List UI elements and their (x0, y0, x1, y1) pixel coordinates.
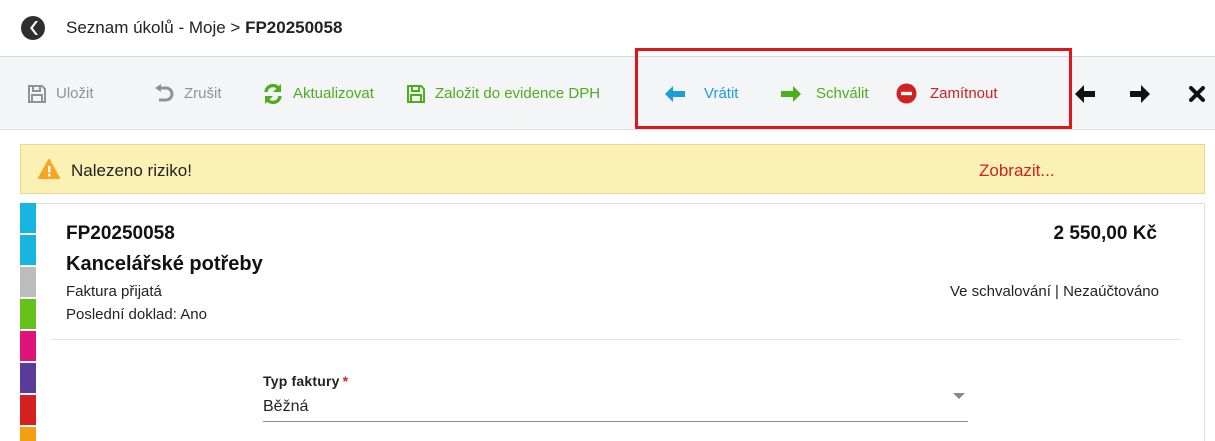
document-status: Ve schvalování | Nezaúčtováno (949, 283, 1159, 300)
arrow-left-icon (665, 85, 685, 102)
save-icon (407, 84, 425, 103)
color-tag-stripe (20, 331, 36, 361)
cancel-button[interactable]: Zrušit (153, 57, 222, 130)
add-vat-record-button[interactable]: Založit do evidence DPH (406, 57, 600, 130)
color-tag-stripe (20, 235, 36, 265)
color-tag-stripe (20, 203, 36, 233)
chevron-down-icon[interactable] (952, 392, 966, 400)
warning-icon (38, 159, 60, 179)
document-number: FP20250058 (66, 223, 175, 244)
breadcrumb-current: FP20250058 (245, 18, 343, 37)
minus-circle-icon (896, 83, 917, 104)
close-icon (1189, 85, 1205, 102)
risk-banner: Nalezeno riziko! Zobrazit... (20, 144, 1205, 194)
document-amount: 2 550,00 Kč (1053, 223, 1157, 244)
refresh-button[interactable]: Aktualizovat (262, 57, 374, 130)
approve-button[interactable]: Schválit (780, 57, 869, 130)
required-mark: * (342, 373, 349, 389)
return-label: Vrátit (704, 85, 739, 102)
title-bar: Seznam úkolů - Moje > FP20250058 (0, 0, 1215, 57)
color-tag-stripe (20, 267, 36, 297)
approve-label: Schválit (816, 85, 869, 102)
risk-show-link[interactable]: Zobrazit... (979, 161, 1055, 181)
divider (52, 339, 1180, 340)
arrow-right-icon (1130, 84, 1150, 103)
arrow-left-icon (1075, 84, 1095, 103)
document-type: Faktura přijatá (66, 283, 162, 300)
toolbar: Uložit Zrušit Aktualizovat Založit do ev… (0, 57, 1215, 130)
refresh-icon (264, 83, 282, 104)
arrow-right-icon (781, 85, 801, 102)
save-button[interactable]: Uložit (27, 57, 94, 130)
previous-button[interactable] (1074, 57, 1096, 130)
document-title: Kancelářské potřeby (66, 253, 263, 275)
undo-icon (155, 83, 174, 101)
last-document: Poslední doklad: Ano (66, 306, 207, 323)
reject-label: Zamítnout (930, 85, 998, 102)
invoice-type-select[interactable]: Běžná (263, 398, 308, 416)
breadcrumb-path[interactable]: Seznam úkolů - Moje > (66, 18, 245, 37)
add-vat-record-label: Založit do evidence DPH (435, 85, 601, 102)
save-icon (28, 84, 46, 103)
close-button[interactable] (1189, 57, 1205, 130)
next-button[interactable] (1129, 57, 1151, 130)
color-tag-stripe (20, 299, 36, 329)
return-button[interactable]: Vrátit (664, 57, 738, 130)
risk-message: Nalezeno riziko! (71, 161, 192, 180)
cancel-label: Zrušit (184, 85, 222, 102)
color-tag-stripe (20, 363, 36, 393)
save-label: Uložit (56, 85, 94, 102)
refresh-label: Aktualizovat (293, 85, 374, 102)
color-tag-stripe (20, 395, 36, 425)
color-tag-stripe (20, 427, 36, 441)
breadcrumb: Seznam úkolů - Moje > FP20250058 (66, 18, 342, 38)
invoice-type-label: Typ faktury * (263, 373, 348, 389)
app-logo-icon (21, 16, 45, 40)
reject-button[interactable]: Zamítnout (896, 57, 998, 130)
invoice-type-label-text: Typ faktury (263, 373, 340, 389)
invoice-type-underline (263, 421, 968, 422)
